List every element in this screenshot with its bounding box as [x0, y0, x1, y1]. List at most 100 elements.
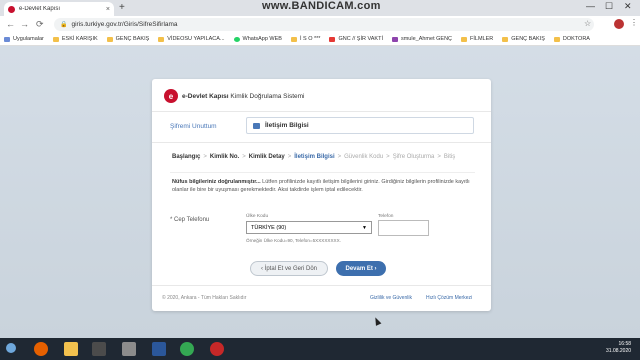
phone-example-hint: Örneğin Ülke Kodu=90, Telefon=5XXXXXXXX. — [246, 238, 341, 243]
bandicam-watermark: www.BANDICAM.com — [262, 0, 381, 12]
phone-caption: Telefon — [378, 214, 394, 219]
country-code-select[interactable]: TÜRKİYE (90) ▼ — [246, 221, 372, 234]
bookmark-item[interactable]: ESKİ KARIŞIK — [52, 36, 98, 42]
bookmark-label: DOKTORA — [562, 36, 590, 42]
step-separator: > — [386, 154, 390, 160]
step-separator: > — [437, 154, 441, 160]
folder-icon — [553, 36, 560, 42]
country-code-caption: Ülke Kodu — [246, 214, 269, 219]
bookmark-label: FİLMLER — [470, 36, 494, 42]
lock-icon: 🔒 — [60, 22, 68, 28]
phone-input[interactable] — [378, 220, 429, 236]
privacy-link[interactable]: Gizlilik ve Güvenlik — [370, 295, 412, 301]
chrome-icon[interactable] — [180, 342, 194, 356]
forward-button[interactable]: → — [20, 19, 29, 29]
step-separator: > — [287, 154, 292, 160]
word-icon[interactable] — [152, 342, 166, 356]
bookmark-item[interactable]: WhatsApp WEB — [233, 36, 282, 42]
purple-icon — [391, 36, 398, 42]
bookmark-item[interactable]: VİDEOSU YAPILACA... — [158, 36, 225, 42]
tab-title: e-Devlet Kapısı — [19, 6, 61, 12]
bookmark-item[interactable]: İ S O *** — [290, 36, 321, 42]
bookmarks-bar: Uygulamalar ESKİ KARIŞIK GENÇ BAKIŞ VİDEOSU… — [0, 33, 640, 46]
section-label: Şifremi Unuttum — [170, 123, 217, 130]
edevlet-logo-icon: e — [164, 89, 178, 103]
profile-avatar[interactable] — [614, 19, 624, 29]
bookmark-label: İ S O *** — [299, 36, 321, 42]
tab-close-icon[interactable]: × — [106, 6, 110, 13]
step-3: İletişim Bilgisi — [294, 154, 335, 160]
step-5: Şifre Oluşturma — [392, 154, 435, 160]
phone-field-label: * Cep Telefonu — [170, 217, 210, 223]
bookmark-label: VİDEOSU YAPILACA... — [167, 36, 225, 42]
divider — [152, 285, 491, 286]
logo-brand: e-Devlet Kapısı — [182, 92, 229, 100]
folder-icon — [52, 36, 59, 42]
browser-menu-icon[interactable]: ⋮ — [630, 18, 638, 27]
folder-icon — [502, 36, 509, 42]
bookmark-item[interactable]: GENÇ BAKIŞ — [502, 36, 545, 42]
bookmark-item[interactable]: GENÇ BAKIŞ — [106, 36, 150, 42]
windows-taskbar: 16:58 31.08.2020 — [0, 338, 640, 360]
close-window-button[interactable]: ✕ — [624, 1, 632, 12]
bookmark-item[interactable]: Uygulamalar — [4, 36, 44, 42]
maximize-button[interactable]: ☐ — [605, 1, 613, 12]
minimize-button[interactable]: — — [586, 1, 595, 11]
green-icon — [233, 36, 240, 42]
step-breadcrumb: Başlangıç > Kimlik No. > Kimlik Detay > İletiş… — [172, 152, 482, 162]
bookmark-star-icon[interactable]: ☆ — [584, 19, 591, 28]
bookmark-item[interactable]: smule_Ahmet GENÇ — [391, 36, 453, 42]
bookmark-label: smule_Ahmet GENÇ — [400, 36, 453, 42]
bandicam-icon[interactable] — [210, 342, 224, 356]
clock-time: 16:58 — [618, 341, 632, 347]
bookmark-item[interactable]: GNC // ŞİR VAKTİ — [329, 36, 383, 42]
divider — [152, 142, 491, 143]
media-player-icon[interactable] — [92, 342, 106, 356]
folder-icon — [158, 36, 165, 42]
continue-button[interactable]: Devam Et › — [336, 261, 386, 276]
step-2: Kimlik Detay — [248, 154, 285, 160]
back-button[interactable]: ← — [6, 19, 15, 29]
grid-icon — [4, 36, 10, 42]
contact-card-icon — [253, 122, 260, 129]
firefox-icon[interactable] — [34, 342, 48, 356]
logo-subtitle: Kimlik Doğrulama Sistemi — [230, 92, 305, 100]
bookmark-label: WhatsApp WEB — [242, 36, 282, 42]
folder-icon — [461, 36, 468, 42]
copyright-text: © 2020, Ankara - Tüm Hakları Saklıdır — [162, 295, 247, 301]
info-message: Nüfus bilgileriniz doğrulanmıştır... Lüt… — [172, 178, 477, 194]
chevron-down-icon: ▼ — [362, 224, 367, 231]
reload-button[interactable]: ⟳ — [36, 19, 44, 30]
browser-tab[interactable]: e-Devlet Kapısı × — [4, 2, 114, 16]
address-bar[interactable]: 🔒 giris.turkiye.gov.tr/Giris/SifreSifirl… — [54, 18, 594, 31]
edevlet-favicon-icon — [8, 5, 15, 13]
section-title: İletişim Bilgisi — [265, 122, 309, 129]
bookmark-label: GNC // ŞİR VAKTİ — [338, 36, 383, 42]
bookmark-item[interactable]: FİLMLER — [461, 36, 493, 42]
step-separator: > — [203, 154, 207, 160]
bookmark-label: ESKİ KARIŞIK — [61, 36, 98, 42]
step-separator: > — [242, 154, 246, 160]
bookmark-label: GENÇ BAKIŞ — [115, 36, 150, 42]
step-1: Kimlik No. — [209, 154, 240, 160]
help-center-link[interactable]: Hızlı Çözüm Merkezi — [426, 295, 472, 301]
divider — [152, 111, 491, 112]
bookmark-label: GENÇ BAKIŞ — [511, 36, 545, 42]
paint-icon[interactable] — [122, 342, 136, 356]
bookmark-label: Uygulamalar — [13, 36, 44, 42]
login-card: e e-Devlet Kapısı Kimlik Doğrulama Siste… — [152, 79, 491, 311]
country-code-value: TÜRKİYE (90) — [251, 224, 287, 231]
folder-icon — [290, 36, 297, 42]
address-url[interactable]: giris.turkiye.gov.tr/Giris/SifreSifirlam… — [71, 21, 177, 28]
step-0: Başlangıç — [172, 154, 201, 160]
page-background: e e-Devlet Kapısı Kimlik Doğrulama Siste… — [0, 46, 640, 338]
cancel-back-button[interactable]: ‹ İptal Et ve Geri Dön — [250, 261, 328, 276]
step-4: Güvenlik Kodu — [344, 154, 384, 160]
new-tab-button[interactable]: + — [119, 2, 125, 14]
start-button-icon[interactable] — [6, 343, 16, 353]
file-explorer-icon[interactable] — [64, 342, 78, 356]
section-title-box: İletişim Bilgisi — [246, 117, 474, 134]
browser-toolbar: ← → ⟳ 🔒 giris.turkiye.gov.tr/Giris/Sifre… — [0, 16, 640, 33]
bookmark-item[interactable]: DOKTORA — [553, 36, 590, 42]
edevlet-logo: e e-Devlet Kapısı Kimlik Doğrulama Siste… — [164, 89, 304, 103]
